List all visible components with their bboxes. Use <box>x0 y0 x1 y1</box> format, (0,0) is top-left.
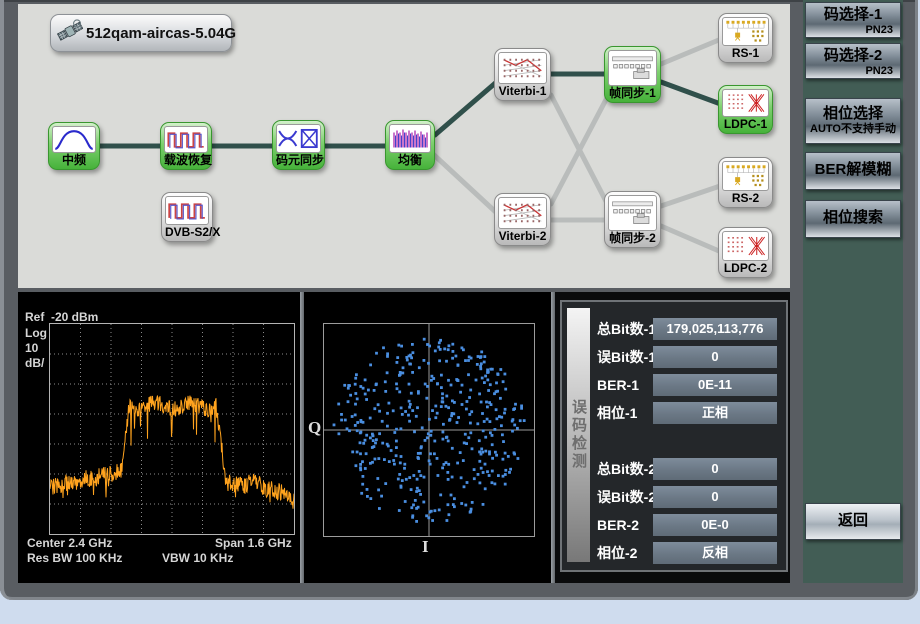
eye-diagram-icon <box>276 124 321 153</box>
spectrum-rbw-label: Res BW 100 KHz <box>27 551 122 565</box>
trellis-icon <box>498 197 547 229</box>
error-bits-2-value: 0 <box>653 486 777 508</box>
ber-2-label: BER-2 <box>597 514 639 536</box>
sidebar: 码选择-1 PN23 码选择-2 PN23 相位选择 AUTO不支持手动 BER… <box>803 0 903 583</box>
block-symbol-sync[interactable]: 码元同步 <box>272 120 325 170</box>
block-equalizer[interactable]: 均衡 <box>385 120 435 170</box>
spectrum-plot <box>49 323 295 535</box>
block-carrier-recovery[interactable]: 载波恢复 <box>160 122 212 170</box>
block-rs-1[interactable]: RS-1 <box>718 13 773 63</box>
square-wave-icon <box>164 126 208 153</box>
total-bits-2-label: 总Bit数-2 <box>597 458 656 480</box>
error-bits-2-label: 误Bit数-2 <box>597 486 656 508</box>
bandpass-curve-icon <box>52 126 96 153</box>
frame-structure-icon <box>608 50 657 86</box>
ber-panel-side-title: 误码检测 <box>567 308 590 562</box>
sidebar-button-ber-disambiguation[interactable]: BER解模糊 <box>805 152 901 190</box>
rs-decoder-icon <box>722 17 769 46</box>
block-if[interactable]: 中频 <box>48 122 100 170</box>
square-wave-icon <box>165 196 209 225</box>
title-badge-label: 512qam-aircas-5.04G <box>86 25 236 42</box>
phase-2-label: 相位-2 <box>597 542 637 564</box>
spectrum-log-label: Log <box>25 326 47 340</box>
block-ldpc-1[interactable]: LDPC-1 <box>718 85 773 134</box>
frame-structure-icon <box>608 195 657 231</box>
sidebar-button-code-select-1[interactable]: 码选择-1 PN23 <box>805 2 901 38</box>
total-bits-2-value: 0 <box>653 458 777 480</box>
i-axis-label: I <box>422 537 429 557</box>
block-ldpc-2[interactable]: LDPC-2 <box>718 227 773 278</box>
ber-2-value: 0E-0 <box>653 514 777 536</box>
total-bits-1-value: 179,025,113,776 <box>653 318 777 340</box>
satellite-icon <box>57 18 83 49</box>
spectrum-bars-icon <box>389 124 431 153</box>
error-bits-1-value: 0 <box>653 346 777 368</box>
constellation-plot <box>323 323 535 537</box>
constellation-panel: Q I <box>304 292 551 583</box>
ldpc-graph-icon <box>722 231 769 261</box>
spectrum-scale-label: 10 <box>25 341 38 355</box>
trellis-icon <box>498 52 547 84</box>
phase-1-value: 正相 <box>653 402 777 424</box>
sidebar-button-phase-search[interactable]: 相位搜索 <box>805 200 901 238</box>
spectrum-perdiv-label: dB/ <box>25 356 44 370</box>
signal-chain-panel: 512qam-aircas-5.04G 中频 载波恢复 码元同步 <box>18 4 790 288</box>
q-axis-label: Q <box>308 418 321 438</box>
spectrum-panel: Ref -20 dBm Log 10 dB/ Center 2.4 GHz Sp… <box>18 292 300 583</box>
block-frame-sync-2[interactable]: 帧同步-2 <box>604 191 661 248</box>
ber-1-value: 0E-11 <box>653 374 777 396</box>
block-rs-2[interactable]: RS-2 <box>718 157 773 208</box>
spectrum-center-label: Center 2.4 GHz <box>27 536 112 550</box>
spectrum-span-label: Span 1.6 GHz <box>215 536 292 550</box>
sidebar-button-back[interactable]: 返回 <box>805 503 901 540</box>
block-dvb-s2x[interactable]: DVB-S2/X <box>161 192 213 242</box>
sidebar-button-code-select-2[interactable]: 码选择-2 PN23 <box>805 43 901 79</box>
app-root: 512qam-aircas-5.04G 中频 载波恢复 码元同步 <box>0 0 920 624</box>
phase-1-label: 相位-1 <box>597 402 637 424</box>
phase-2-value: 反相 <box>653 542 777 564</box>
error-bits-1-label: 误Bit数-1 <box>597 346 656 368</box>
block-viterbi-1[interactable]: Viterbi-1 <box>494 48 551 101</box>
block-frame-sync-1[interactable]: 帧同步-1 <box>604 46 661 103</box>
title-badge[interactable]: 512qam-aircas-5.04G <box>50 14 232 52</box>
block-viterbi-2[interactable]: Viterbi-2 <box>494 193 551 246</box>
ldpc-graph-icon <box>722 89 769 117</box>
ber-1-label: BER-1 <box>597 374 639 396</box>
total-bits-1-label: 总Bit数-1 <box>597 318 656 340</box>
spectrum-vbw-label: VBW 10 KHz <box>162 551 233 565</box>
sidebar-button-phase-select[interactable]: 相位选择 AUTO不支持手动 <box>805 98 901 144</box>
spectrum-ref-label: Ref -20 dBm <box>25 310 98 324</box>
ber-panel: 误码检测 总Bit数-1 179,025,113,776 误Bit数-1 0 B… <box>555 292 790 583</box>
rs-decoder-icon <box>722 161 769 191</box>
